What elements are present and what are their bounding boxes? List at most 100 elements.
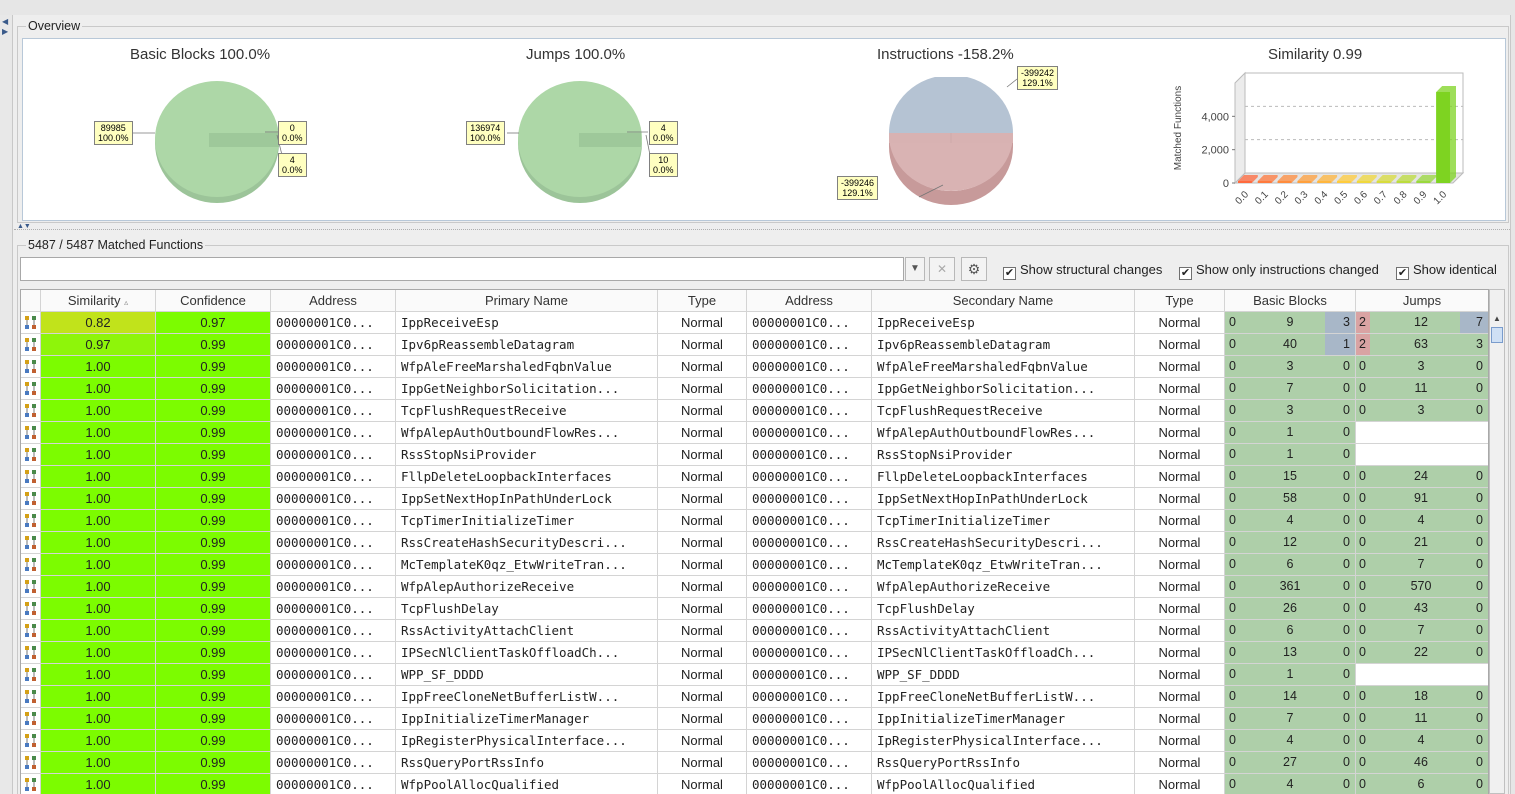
match-flowgraph-icon[interactable] [21,554,41,576]
primary-address-cell: 00000001C0... [271,378,396,400]
match-flowgraph-icon[interactable] [21,488,41,510]
secondary-address-cell: 00000001C0... [747,444,872,466]
similarity-bar [1416,181,1431,183]
primary-name-cell: IppGetNeighborSolicitation... [396,378,658,400]
match-flowgraph-icon[interactable] [21,598,41,620]
secondary-address-cell: 00000001C0... [747,752,872,774]
similarity-bar [1337,181,1351,183]
secondary-address-cell: 00000001C0... [747,312,872,334]
splitter-arrows-icon[interactable]: ▲▼ [17,223,31,230]
instructions-title: Instructions -158.2% [877,46,1014,63]
top-strip [0,0,1515,15]
confidence-cell: 0.99 [156,532,271,554]
x-tick-label: 0.1 [1253,189,1271,207]
match-flowgraph-icon[interactable] [21,664,41,686]
checkbox-checked-icon[interactable]: ✔ [1396,267,1409,280]
collapse-left-icon[interactable]: ◀ [2,18,8,26]
confidence-cell: 0.99 [156,334,271,356]
secondary-name-cell: IpRegisterPhysicalInterface... [872,730,1135,752]
x-tick-label: 1.0 [1432,189,1450,207]
checkbox-checked-icon[interactable]: ✔ [1179,267,1192,280]
column-header-jumps[interactable]: Jumps [1356,290,1488,312]
primary-address-cell: 00000001C0... [271,554,396,576]
match-flowgraph-icon[interactable] [21,730,41,752]
scrollbar-thumb[interactable] [1491,327,1503,343]
match-flowgraph-icon[interactable] [21,576,41,598]
match-flowgraph-icon[interactable] [21,686,41,708]
secondary-name-cell: WfpAleFreeMarshaledFqbnValue [872,356,1135,378]
secondary-address-cell: 00000001C0... [747,378,872,400]
checkbox-checked-icon[interactable]: ✔ [1003,267,1016,280]
column-header-primary-address[interactable]: Address [271,290,396,312]
similarity-cell: 1.00 [41,510,156,532]
jumps-cell: 2 12 7 [1356,312,1488,334]
table-vertical-scrollbar[interactable]: ▲ [1489,289,1505,794]
column-header-primary-name[interactable]: Primary Name [396,290,658,312]
secondary-address-cell: 00000001C0... [747,774,872,794]
match-flowgraph-icon[interactable] [21,334,41,356]
chart-side-wall [1234,71,1246,185]
match-flowgraph-icon[interactable] [21,356,41,378]
column-header-primary-type[interactable]: Type [658,290,747,312]
primary-name-cell: WfpAlepAuthOutboundFlowRes... [396,422,658,444]
confidence-cell: 0.97 [156,312,271,334]
clear-filter-button[interactable]: ✕ [929,257,955,281]
match-flowgraph-icon[interactable] [21,378,41,400]
filter-input[interactable] [20,257,904,281]
filter-settings-button[interactable]: ⚙ [961,257,987,281]
column-header-secondary-address[interactable]: Address [747,290,872,312]
basic-blocks-cell: 0 58 0 [1225,488,1356,510]
match-flowgraph-icon[interactable] [21,620,41,642]
confidence-cell: 0.99 [156,466,271,488]
show-identical-checkbox[interactable]: ✔ Show identical [1396,262,1497,280]
jumps-pie [507,81,651,203]
match-flowgraph-icon[interactable] [21,444,41,466]
expand-right-icon[interactable]: ▶ [2,28,8,36]
match-flowgraph-icon[interactable] [21,774,41,794]
jumps-cell: 0 4 0 [1356,730,1488,752]
match-flowgraph-icon[interactable] [21,312,41,334]
match-flowgraph-icon[interactable] [21,752,41,774]
match-flowgraph-icon[interactable] [21,532,41,554]
show-structural-changes-checkbox[interactable]: ✔ Show structural changes [1003,262,1162,280]
primary-type-cell: Normal [658,554,747,576]
jumps-cell: 0 43 0 [1356,598,1488,620]
filter-dropdown-button[interactable]: ▼ [905,257,925,281]
confidence-cell: 0.99 [156,664,271,686]
match-flowgraph-icon[interactable] [21,422,41,444]
primary-address-cell: 00000001C0... [271,488,396,510]
primary-type-cell: Normal [658,466,747,488]
basic-blocks-cell: 0 14 0 [1225,686,1356,708]
primary-name-cell: IppInitializeTimerManager [396,708,658,730]
panel-splitter[interactable]: ▲▼ [14,223,1510,234]
primary-name-cell: IppFreeCloneNetBufferListW... [396,686,658,708]
secondary-address-cell: 00000001C0... [747,400,872,422]
secondary-name-cell: McTemplateK0qz_EtwWriteTran... [872,554,1135,576]
chart-back-wall [1244,72,1464,174]
secondary-address-cell: 00000001C0... [747,554,872,576]
scroll-up-icon[interactable]: ▲ [1490,312,1504,326]
primary-type-cell: Normal [658,532,747,554]
similarity-bar [1396,181,1411,183]
column-header-confidence[interactable]: Confidence [156,290,271,312]
secondary-name-cell: IPSecNlClientTaskOffloadCh... [872,642,1135,664]
match-flowgraph-icon[interactable] [21,708,41,730]
primary-name-cell: TcpFlushDelay [396,598,658,620]
primary-name-cell: WfpPoolAllocQualified [396,774,658,794]
show-only-instructions-changed-checkbox[interactable]: ✔ Show only instructions changed [1179,262,1379,280]
match-flowgraph-icon[interactable] [21,400,41,422]
match-flowgraph-icon[interactable] [21,510,41,532]
similarity-cell: 1.00 [41,664,156,686]
secondary-type-cell: Normal [1135,422,1225,444]
match-flowgraph-icon[interactable] [21,466,41,488]
similarity-cell: 1.00 [41,532,156,554]
secondary-address-cell: 00000001C0... [747,488,872,510]
column-header-secondary-name[interactable]: Secondary Name [872,290,1135,312]
column-header-basic-blocks[interactable]: Basic Blocks [1225,290,1356,312]
primary-name-cell: WfpAlepAuthorizeReceive [396,576,658,598]
match-flowgraph-icon[interactable] [21,642,41,664]
column-header-secondary-type[interactable]: Type [1135,290,1225,312]
similarity-cell: 1.00 [41,400,156,422]
column-header-similarity[interactable]: Similarity ▵ [41,290,156,312]
left-collapse-strip[interactable]: ◀ ▶ [0,15,13,794]
